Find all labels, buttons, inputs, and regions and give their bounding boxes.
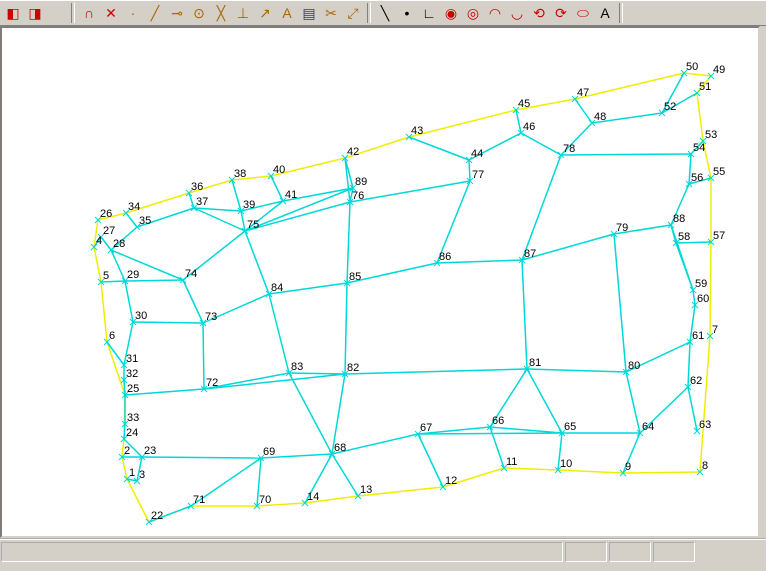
arc1-icon[interactable]: ◠	[484, 2, 506, 24]
arc4-icon[interactable]: ⟳	[550, 2, 572, 24]
flag1-icon[interactable]: ◧	[2, 2, 24, 24]
status-cell-3	[653, 542, 695, 562]
intersect-icon[interactable]: ╳	[210, 2, 232, 24]
delete-icon[interactable]: ✕	[100, 2, 122, 24]
flag2-icon[interactable]: ◨	[24, 2, 46, 24]
arc2-icon[interactable]: ◡	[506, 2, 528, 24]
circle2-icon[interactable]: ◎	[462, 2, 484, 24]
status-cell-2	[609, 542, 651, 562]
blank-icon[interactable]	[46, 2, 68, 24]
circle1-icon[interactable]: ◉	[440, 2, 462, 24]
perp-icon[interactable]: ⊥	[232, 2, 254, 24]
arc3-icon[interactable]: ⟲	[528, 2, 550, 24]
segment-icon[interactable]: ╱	[144, 2, 166, 24]
main-toolbar: ◧◨∩✕·╱⊸⊙╳⊥↗A▤✂⤢╲•∟◉◎◠◡⟲⟳⬭A	[0, 0, 766, 26]
line-icon[interactable]: ╲	[374, 2, 396, 24]
dot-icon[interactable]: •	[396, 2, 418, 24]
mesh-svg	[2, 28, 758, 536]
center-icon[interactable]: ⊙	[188, 2, 210, 24]
midpoint-icon[interactable]: ⊸	[166, 2, 188, 24]
tangent-icon[interactable]: ↗	[254, 2, 276, 24]
ellipse-icon[interactable]: ⬭	[572, 2, 594, 24]
text-a2-icon[interactable]: A	[594, 2, 616, 24]
extend-icon[interactable]: ⤢	[342, 2, 364, 24]
status-main	[1, 542, 563, 562]
hatch-icon[interactable]: ▤	[298, 2, 320, 24]
drawing-canvas[interactable]: 1234567891011121314222324252627282930313…	[0, 26, 760, 538]
magnet-icon[interactable]: ∩	[78, 2, 100, 24]
status-cell-1	[565, 542, 607, 562]
trim-icon[interactable]: ✂	[320, 2, 342, 24]
point-icon[interactable]: ·	[122, 2, 144, 24]
angle-icon[interactable]: ∟	[418, 2, 440, 24]
status-bar	[0, 538, 766, 564]
text-a-icon[interactable]: A	[276, 2, 298, 24]
